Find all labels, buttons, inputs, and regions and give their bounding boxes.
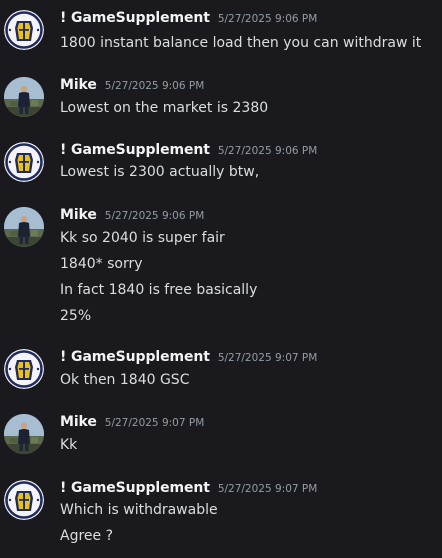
timestamp: 5/27/2025 9:07 PM bbox=[217, 483, 318, 495]
message-text: Lowest is 2300 actually btw, bbox=[60, 164, 260, 180]
mike-photo-avatar[interactable] bbox=[4, 207, 44, 247]
gamesupplement-logo-avatar[interactable] bbox=[4, 349, 44, 389]
gamesupplement-logo-avatar[interactable] bbox=[4, 10, 44, 50]
message-text: Kk so 2040 is super fair bbox=[60, 230, 225, 246]
gamesupplement-logo-avatar[interactable] bbox=[4, 142, 44, 182]
timestamp: 5/27/2025 9:06 PM bbox=[217, 13, 318, 25]
mike-photo-avatar[interactable] bbox=[4, 414, 44, 454]
username[interactable]: Mike bbox=[60, 77, 97, 93]
message-header: Mike 5/27/2025 9:06 PM bbox=[60, 77, 204, 97]
username[interactable]: ! GameSupplement bbox=[60, 10, 210, 26]
timestamp: 5/27/2025 9:07 PM bbox=[217, 352, 318, 364]
timestamp: 5/27/2025 9:06 PM bbox=[104, 80, 205, 92]
username[interactable]: ! GameSupplement bbox=[60, 480, 210, 496]
message-text: Which is withdrawable bbox=[60, 502, 218, 518]
username[interactable]: ! GameSupplement bbox=[60, 349, 210, 365]
message-header: ! GameSupplement 5/27/2025 9:06 PM bbox=[60, 142, 317, 162]
timestamp: 5/27/2025 9:06 PM bbox=[104, 210, 205, 222]
message-header: ! GameSupplement 5/27/2025 9:07 PM bbox=[60, 480, 317, 500]
username[interactable]: ! GameSupplement bbox=[60, 142, 210, 158]
message-text: Agree ? bbox=[60, 528, 114, 544]
message-text: Ok then 1840 GSC bbox=[60, 372, 190, 388]
message-text: 1800 instant balance load then you can w… bbox=[60, 35, 422, 51]
username[interactable]: Mike bbox=[60, 207, 97, 223]
message-text: Lowest on the market is 2380 bbox=[60, 100, 269, 116]
message-text: 1840* sorry bbox=[60, 256, 143, 272]
mike-photo-avatar[interactable] bbox=[4, 77, 44, 117]
message-text: 25% bbox=[60, 308, 92, 324]
message-header: ! GameSupplement 5/27/2025 9:07 PM bbox=[60, 349, 317, 369]
timestamp: 5/27/2025 9:07 PM bbox=[104, 417, 205, 429]
timestamp: 5/27/2025 9:06 PM bbox=[217, 145, 318, 157]
username[interactable]: Mike bbox=[60, 414, 97, 430]
gamesupplement-logo-avatar[interactable] bbox=[4, 480, 44, 520]
message-text: Kk bbox=[60, 437, 78, 453]
message-header: Mike 5/27/2025 9:07 PM bbox=[60, 414, 204, 434]
message-text: In fact 1840 is free basically bbox=[60, 282, 258, 298]
message-header: Mike 5/27/2025 9:06 PM bbox=[60, 207, 204, 227]
message-header: ! GameSupplement 5/27/2025 9:06 PM bbox=[60, 10, 317, 30]
